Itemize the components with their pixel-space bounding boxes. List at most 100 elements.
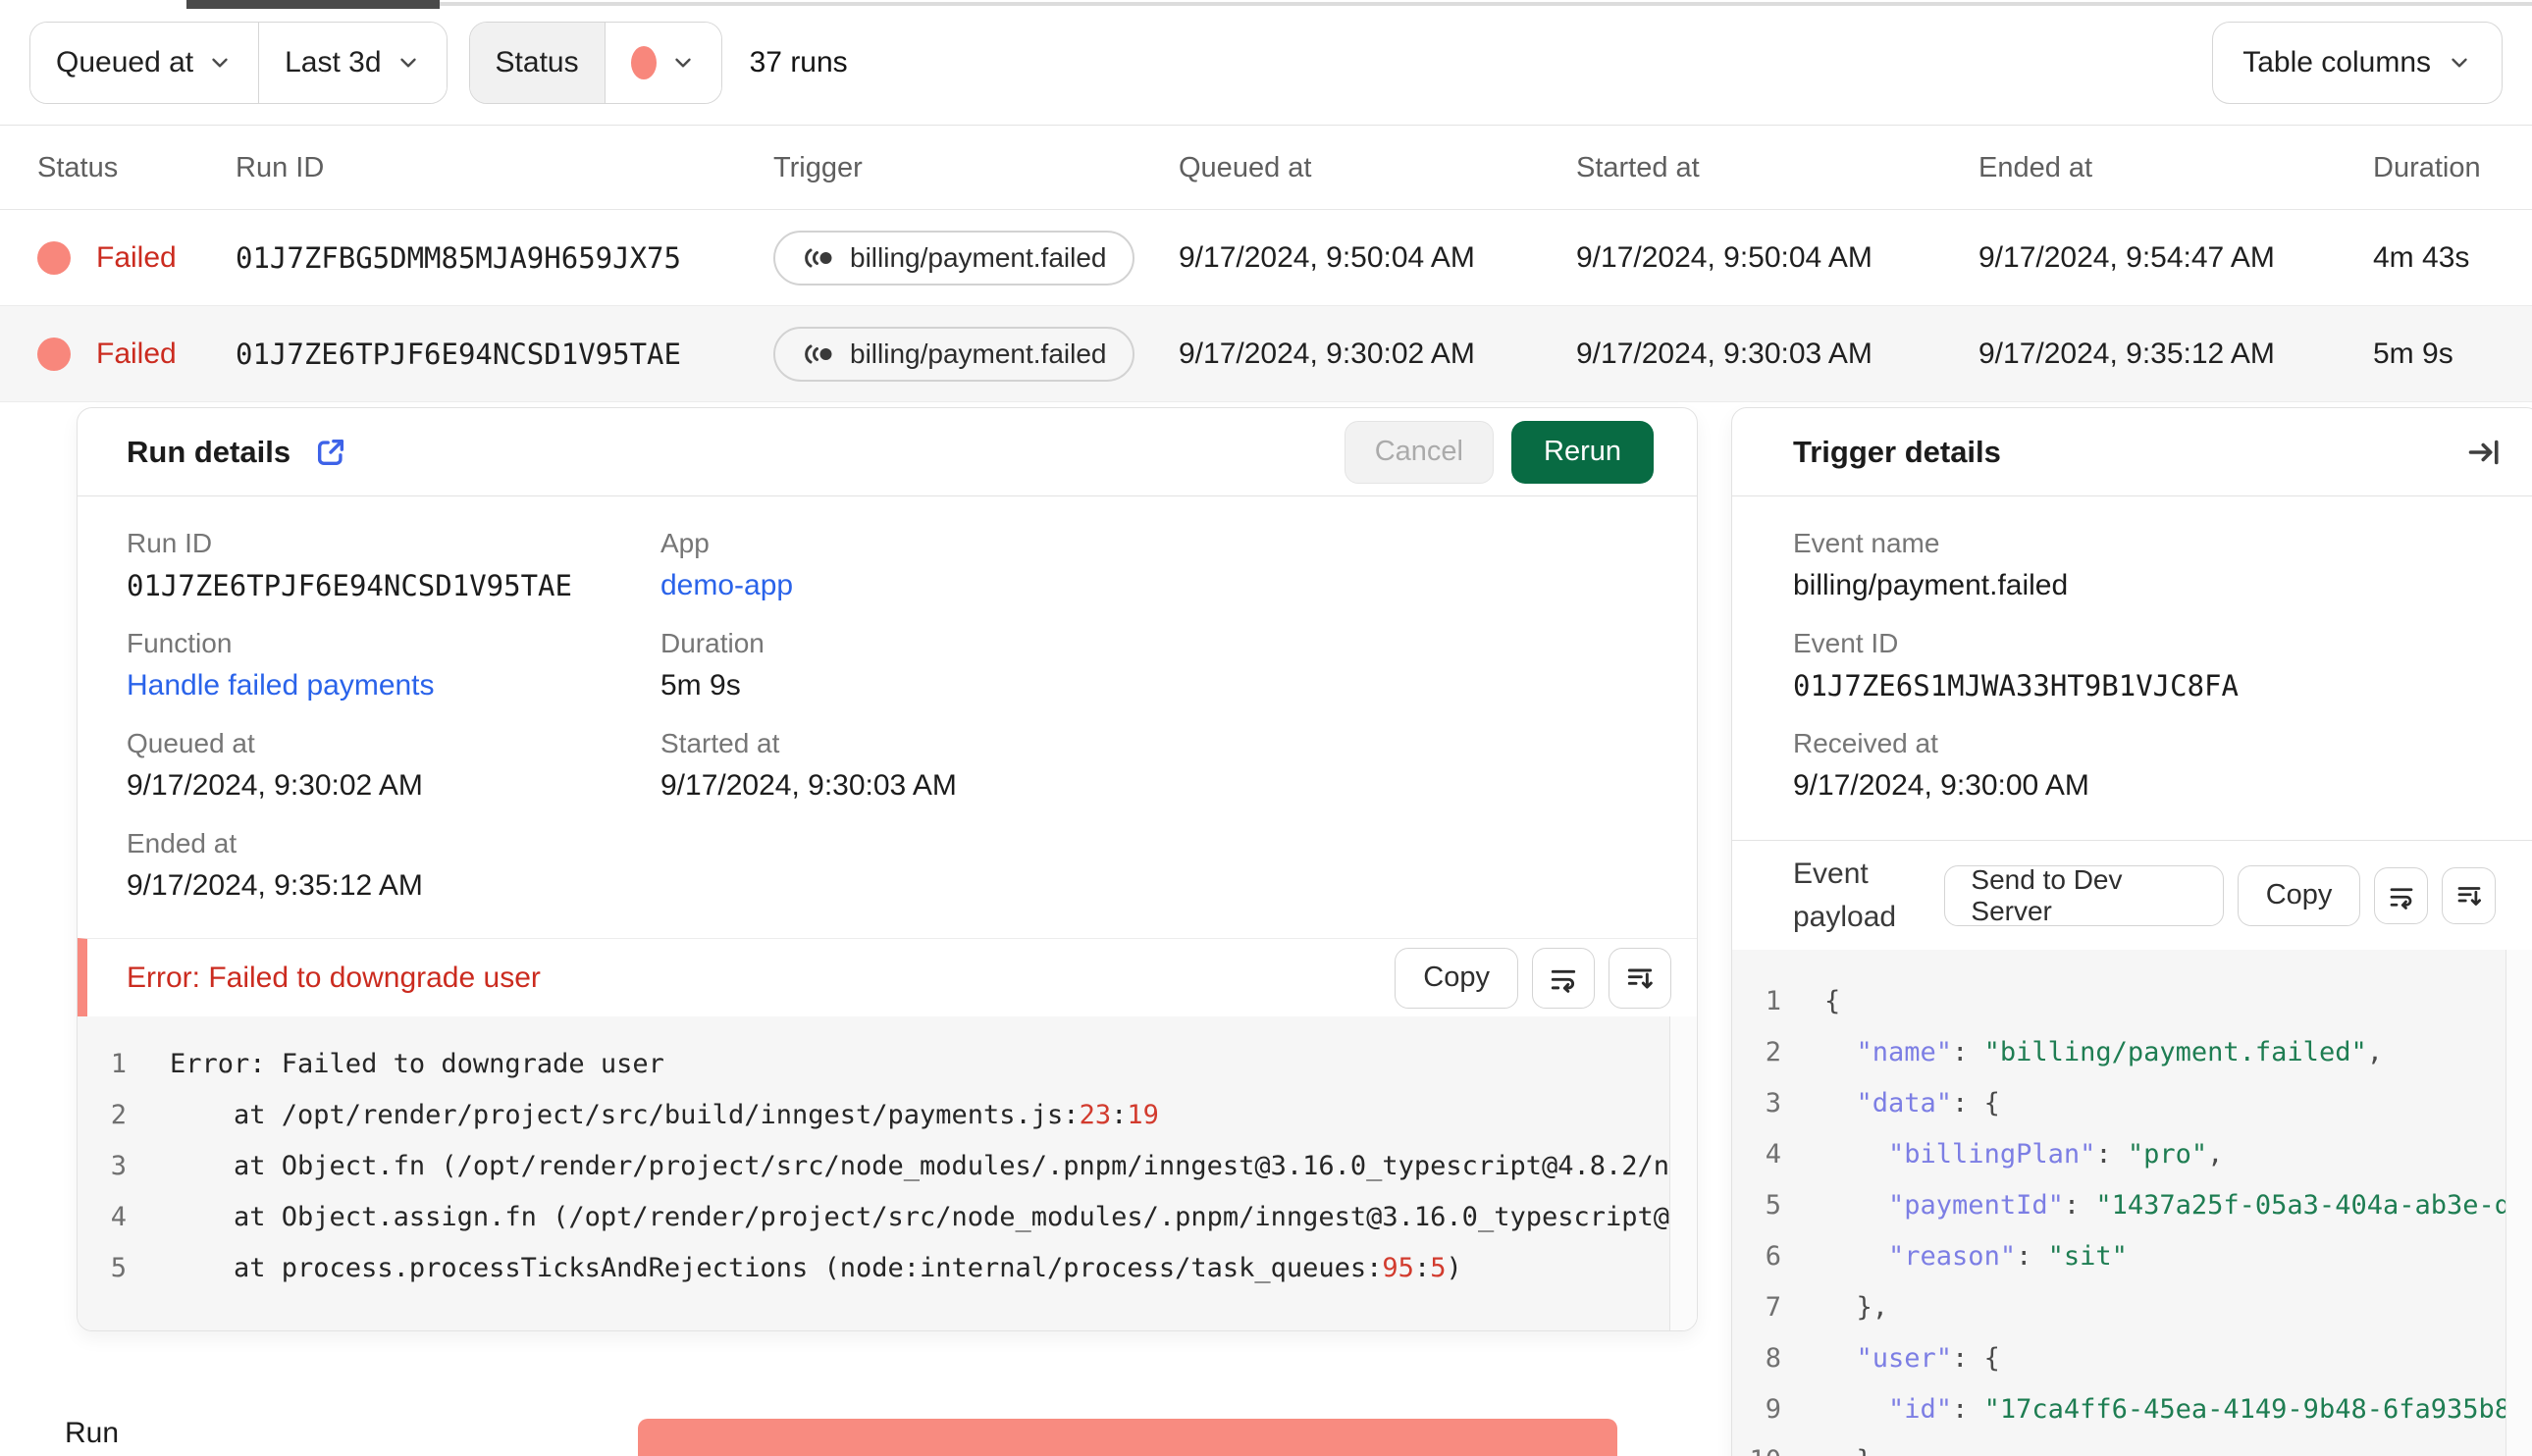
collapse-panel-right-icon[interactable]	[2466, 435, 2502, 470]
trigger-details-header: Trigger details	[1732, 408, 2532, 496]
status-filter-group: Status	[468, 21, 722, 104]
run-details-panel: Run details Cancel Rerun Run ID 01J7ZE6T…	[77, 407, 1698, 1331]
error-title: Error: Failed to downgrade user	[127, 961, 541, 994]
status-failed-dot-icon	[37, 337, 71, 371]
field-started-at: Started at 9/17/2024, 9:30:03 AM	[660, 728, 1648, 803]
status-filter-label: Status	[495, 45, 579, 78]
status-failed-dot-icon	[630, 45, 657, 79]
run-started-cell: 9/17/2024, 9:30:03 AM	[1576, 337, 1873, 370]
field-value: 01J7ZE6TPJF6E94NCSD1V95TAE	[127, 569, 572, 602]
field-value: 9/17/2024, 9:30:02 AM	[127, 769, 423, 802]
runs-dashboard: Queued at Last 3d Status 37 runs Table c…	[0, 0, 2532, 1456]
field-label: Started at	[660, 728, 780, 758]
code-line: 2 at /opt/render/project/src/build/innge…	[110, 1099, 1159, 1130]
time-filter-group: Queued at Last 3d	[29, 21, 448, 104]
field-value: billing/payment.failed	[1793, 569, 2069, 601]
word-wrap-button[interactable]	[2374, 866, 2429, 924]
chevron-down-icon	[212, 58, 228, 67]
code-line: 7 },	[1765, 1291, 1889, 1323]
code-line: 3 "data": {	[1765, 1087, 2000, 1118]
trigger-badge[interactable]: billing/payment.failed	[773, 326, 1134, 382]
run-ended-cell: 9/17/2024, 9:54:47 AM	[1978, 240, 2275, 274]
code-scroll-gutter[interactable]	[1669, 1016, 1697, 1330]
trigger-details-fields: Event name billing/payment.failed Event …	[1732, 496, 2532, 840]
field-received-at: Received at 9/17/2024, 9:30:00 AM	[1793, 728, 2502, 803]
run-row-selected[interactable]: Failed 01J7ZE6TPJF6E94NCSD1V95TAE billin…	[0, 306, 2532, 402]
run-id-cell: 01J7ZFBG5DMM85MJA9H659JX75	[236, 240, 681, 275]
event-payload-json-block[interactable]: 1{2 "name": "billing/payment.failed", 3 "…	[1732, 950, 2532, 1456]
field-value: 9/17/2024, 9:35:12 AM	[127, 869, 423, 902]
expand-output-button[interactable]	[1609, 947, 1671, 1009]
code-line: 5 "paymentId": "1437a25f-05a3-404a-ab3e-…	[1765, 1189, 2532, 1221]
field-label: Queued at	[127, 728, 255, 758]
trigger-details-title: Trigger details	[1793, 434, 2001, 469]
event-payload-title: Event payload	[1793, 858, 1897, 933]
field-label: Event ID	[1793, 628, 1899, 658]
field-event-id: Event ID 01J7ZE6S1MJWA33HT9B1VJC8FA	[1793, 628, 2502, 702]
rerun-button[interactable]: Rerun	[1511, 420, 1654, 484]
run-started-cell: 9/17/2024, 9:50:04 AM	[1576, 240, 1873, 274]
field-value: 9/17/2024, 9:30:00 AM	[1793, 769, 2089, 802]
field-label: Event name	[1793, 528, 1940, 558]
runs-count: 37 runs	[749, 45, 848, 78]
code-line: 5 at process.processTicksAndRejections (…	[110, 1252, 1462, 1283]
field-label: Received at	[1793, 728, 1938, 758]
code-line: 1{	[1765, 985, 1841, 1016]
word-wrap-button[interactable]	[1532, 947, 1595, 1009]
field-value: 9/17/2024, 9:30:03 AM	[660, 769, 957, 802]
run-details-fields: Run ID 01J7ZE6TPJF6E94NCSD1V95TAE App de…	[78, 496, 1697, 938]
run-trigger-cell: billing/payment.failed	[773, 326, 1179, 382]
chevron-down-icon	[2452, 58, 2467, 67]
table-columns-label: Table columns	[2242, 45, 2431, 78]
field-event-name: Event name billing/payment.failed	[1793, 528, 2502, 602]
column-header-queued-at: Queued at	[1179, 151, 1312, 183]
function-link[interactable]: Handle failed payments	[127, 669, 435, 702]
code-line: 1 Error: Failed to downgrade user	[110, 1048, 664, 1079]
timeline-run-bar[interactable]	[638, 1419, 1617, 1456]
field-label: Duration	[660, 628, 765, 658]
run-status-cell: Failed	[0, 240, 236, 275]
external-link-icon[interactable]	[314, 436, 347, 469]
error-stack-trace-block[interactable]: 1 Error: Failed to downgrade user 2 at /op…	[78, 1016, 1697, 1330]
app-link[interactable]: demo-app	[660, 569, 793, 601]
queued-at-filter-button[interactable]: Queued at	[30, 22, 259, 103]
run-id-cell: 01J7ZE6TPJF6E94NCSD1V95TAE	[236, 337, 681, 371]
copy-error-button[interactable]: Copy	[1395, 947, 1518, 1009]
error-actions: Copy	[1395, 947, 1671, 1009]
code-line: 3 at Object.fn (/opt/render/project/src/…	[110, 1150, 1697, 1181]
run-queued-cell: 9/17/2024, 9:30:02 AM	[1179, 337, 1475, 370]
run-queued-cell: 9/17/2024, 9:50:04 AM	[1179, 240, 1475, 274]
chevron-down-icon	[674, 58, 691, 67]
trigger-badge[interactable]: billing/payment.failed	[773, 230, 1134, 286]
run-ended-cell: 9/17/2024, 9:35:12 AM	[1978, 337, 2275, 370]
runs-table-header: Status Run ID Trigger Queued at Started …	[0, 127, 2532, 210]
field-function: Function Handle failed payments	[127, 628, 660, 702]
error-header: Error: Failed to downgrade user Copy	[78, 938, 1697, 1016]
cancel-button[interactable]: Cancel	[1344, 420, 1494, 484]
field-label: Function	[127, 628, 233, 658]
run-status-text: Failed	[96, 240, 177, 274]
run-status-text: Failed	[96, 337, 177, 370]
status-filter-value-button[interactable]	[604, 22, 721, 103]
scroll-to-bottom-icon	[2457, 886, 2481, 906]
column-header-trigger: Trigger	[773, 151, 863, 183]
run-row[interactable]: Failed 01J7ZFBG5DMM85MJA9H659JX75 billin…	[0, 210, 2532, 306]
table-columns-button[interactable]: Table columns	[2212, 21, 2503, 104]
field-label: App	[660, 528, 710, 558]
column-header-started-at: Started at	[1576, 151, 1700, 183]
queued-at-filter-label: Queued at	[56, 45, 194, 78]
filter-bar: Queued at Last 3d Status 37 runs Table c…	[0, 0, 2532, 126]
code-line: 4 at Object.assign.fn (/opt/render/proje…	[110, 1201, 1697, 1232]
copy-payload-button[interactable]: Copy	[2237, 864, 2361, 926]
trigger-details-panel: Trigger details Event name billing/payme…	[1731, 407, 2532, 1456]
field-label: Run ID	[127, 528, 213, 558]
time-range-filter-label: Last 3d	[285, 45, 382, 78]
field-value: 5m 9s	[660, 669, 741, 702]
code-scroll-gutter[interactable]	[2506, 950, 2532, 1456]
send-to-dev-server-button[interactable]: Send to Dev Server	[1944, 864, 2224, 926]
run-duration-cell: 4m 43s	[2373, 240, 2470, 274]
scroll-to-bottom-icon	[1627, 968, 1653, 989]
event-payload-header: Event payload Send to Dev Server Copy	[1732, 840, 2532, 950]
expand-output-button[interactable]	[2442, 866, 2496, 924]
time-range-filter-button[interactable]: Last 3d	[258, 22, 447, 103]
